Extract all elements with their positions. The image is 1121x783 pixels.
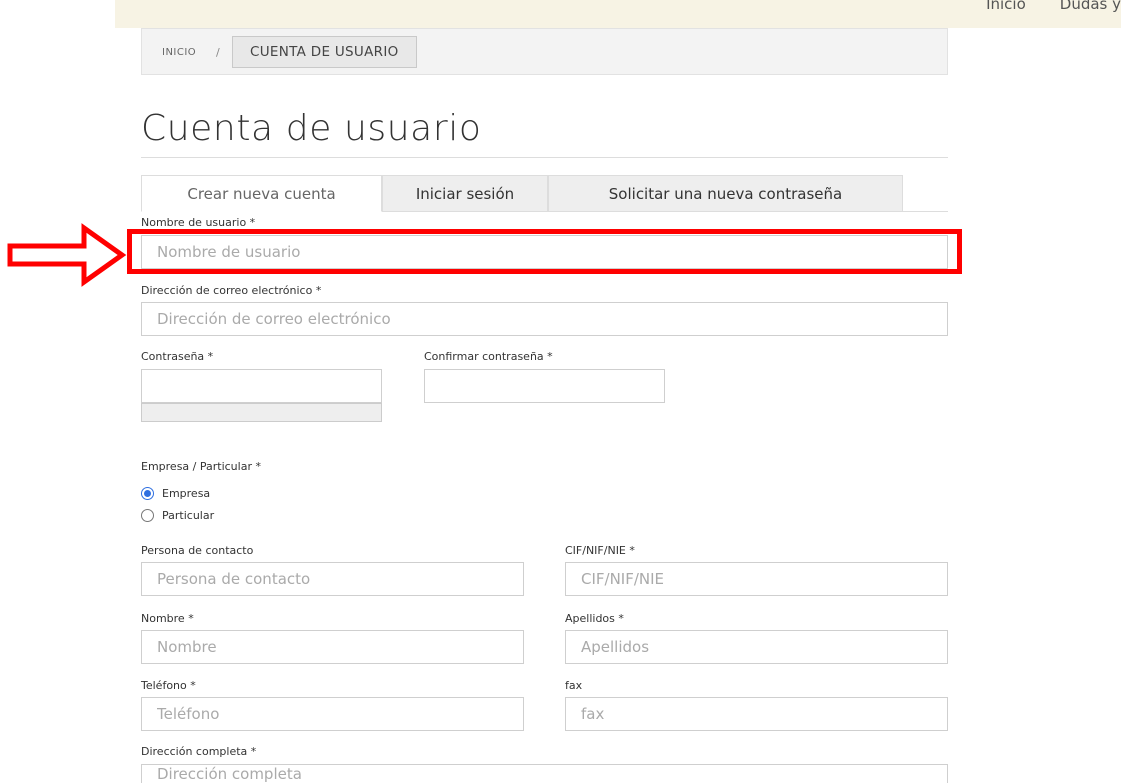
apellidos-label: Apellidos *	[565, 612, 624, 625]
fax-input[interactable]	[565, 697, 948, 731]
tab-create-account[interactable]: Crear nueva cuenta	[141, 175, 382, 212]
tab-login[interactable]: Iniciar sesión	[382, 175, 548, 212]
breadcrumb-home-link[interactable]: INICIO	[162, 47, 196, 58]
account-type-label: Empresa / Particular *	[141, 460, 261, 473]
breadcrumb-current: CUENTA DE USUARIO	[232, 36, 417, 68]
telefono-label: Teléfono *	[141, 679, 196, 692]
radio-option-particular[interactable]: Particular	[141, 509, 214, 522]
top-nav: Inicio Dudas y	[986, 0, 1121, 28]
direccion-input[interactable]	[141, 764, 948, 783]
email-label: Dirección de correo electrónico *	[141, 284, 322, 297]
radio-label-particular: Particular	[162, 509, 215, 522]
radio-unchecked-icon[interactable]	[141, 509, 154, 522]
radio-label-empresa: Empresa	[162, 487, 211, 500]
username-label: Nombre de usuario *	[141, 216, 256, 229]
nombre-input[interactable]	[141, 630, 524, 664]
page-title: Cuenta de usuario	[141, 108, 482, 149]
nombre-label: Nombre *	[141, 612, 194, 625]
password-input[interactable]	[141, 369, 382, 403]
arrow-right-icon	[7, 223, 127, 287]
cif-input[interactable]	[565, 562, 948, 596]
highlight-box	[127, 229, 962, 274]
radio-checked-icon[interactable]	[141, 487, 154, 500]
nav-link-inicio[interactable]: Inicio	[986, 0, 1026, 28]
apellidos-input[interactable]	[565, 630, 948, 664]
email-input[interactable]	[141, 302, 948, 336]
contact-label: Persona de contacto	[141, 544, 254, 557]
confirm-password-label: Confirmar contraseña *	[424, 350, 553, 363]
password-strength-bar	[141, 403, 382, 422]
contact-input[interactable]	[141, 562, 524, 596]
account-tabs: Crear nueva cuenta Iniciar sesión Solici…	[141, 175, 948, 212]
breadcrumb: INICIO / CUENTA DE USUARIO	[141, 28, 948, 75]
confirm-password-input[interactable]	[424, 369, 665, 403]
tab-new-password[interactable]: Solicitar una nueva contraseña	[548, 175, 903, 212]
password-label: Contraseña *	[141, 350, 214, 363]
fax-label: fax	[565, 679, 583, 692]
telefono-input[interactable]	[141, 697, 524, 731]
title-divider	[141, 157, 948, 158]
direccion-label: Dirección completa *	[141, 745, 257, 758]
radio-option-empresa[interactable]: Empresa	[141, 487, 210, 500]
top-bar: Inicio Dudas y	[115, 0, 1121, 28]
breadcrumb-separator: /	[216, 46, 220, 59]
nav-link-dudas[interactable]: Dudas y	[1060, 0, 1121, 28]
cif-label: CIF/NIF/NIE *	[565, 544, 635, 557]
